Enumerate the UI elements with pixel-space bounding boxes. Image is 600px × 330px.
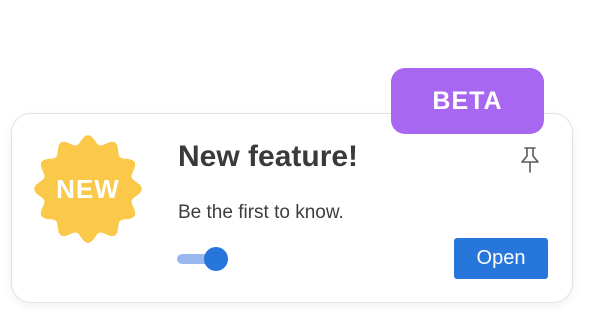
- new-badge: NEW: [33, 134, 143, 244]
- toggle-knob: [204, 247, 228, 271]
- card-title: New feature!: [178, 140, 359, 173]
- feature-toggle[interactable]: [177, 247, 229, 271]
- beta-badge: BETA: [391, 68, 544, 134]
- beta-badge-label: BETA: [432, 86, 503, 115]
- new-badge-label: NEW: [56, 173, 120, 204]
- card-subtitle: Be the first to know.: [178, 202, 344, 223]
- feature-announcement: BETA NEW New feature! Be the first to kn…: [0, 0, 600, 330]
- pin-icon[interactable]: [519, 146, 541, 174]
- open-button[interactable]: Open: [454, 238, 548, 279]
